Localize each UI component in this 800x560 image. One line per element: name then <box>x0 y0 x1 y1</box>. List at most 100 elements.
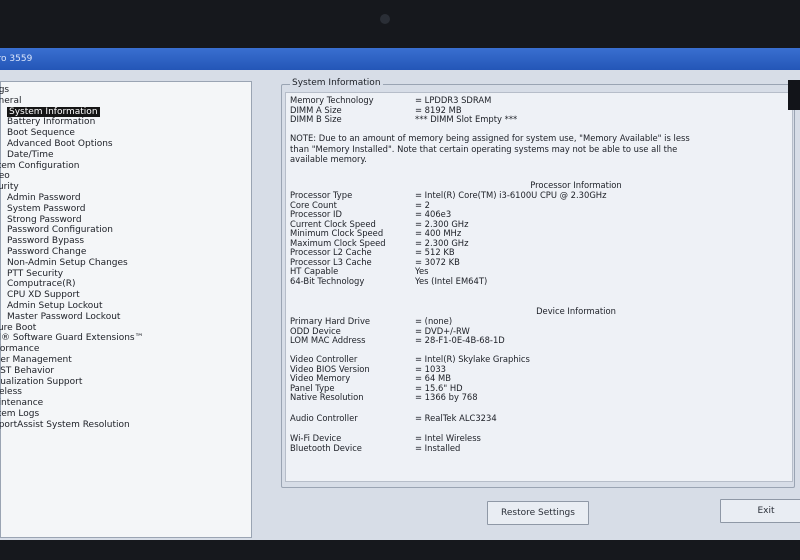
info-row: Video Memory = 64 MB <box>290 373 780 383</box>
memory-note-line: NOTE: Due to an amount of memory being a… <box>290 133 690 143</box>
info-label: Video Memory <box>290 373 351 383</box>
info-label: Maximum Clock Speed <box>290 237 386 248</box>
tree-item[interactable]: Master Password Lockout <box>1 312 251 323</box>
tree-item[interactable]: Battery Information <box>1 117 251 128</box>
screen-bezel-bottom <box>0 540 800 560</box>
tree-item-label: Battery Information <box>7 117 96 128</box>
info-row: Minimum Clock Speed = 400 MHz <box>290 228 780 238</box>
info-value: = RealTek ALC3234 <box>415 413 497 423</box>
memory-note-line: available memory. <box>290 154 367 164</box>
info-row: DIMM A Size = 8192 MB <box>290 105 780 115</box>
info-label: LOM MAC Address <box>290 335 366 345</box>
info-value: = Intel(R) Core(TM) i3-6100U CPU @ 2.30G… <box>415 190 607 200</box>
webcam-lens <box>380 14 390 24</box>
info-row: Memory Technology = LPDDR3 SDRAM <box>290 95 780 105</box>
info-value: Yes (Intel EM64T) <box>415 275 488 286</box>
tree-item[interactable]: stem Logs <box>0 409 251 420</box>
tree-item[interactable]: rformance <box>0 344 251 355</box>
tree-item[interactable]: System Information <box>1 106 251 118</box>
tree-item[interactable]: Admin Password <box>1 193 251 204</box>
tree-item[interactable]: aintenance <box>0 398 251 409</box>
tree-item[interactable]: Advanced Boot Options <box>1 139 251 150</box>
info-label: Primary Hard Drive <box>290 316 371 326</box>
tree-item[interactable]: curity <box>0 182 251 193</box>
system-information-panel[interactable]: Memory Technology = LPDDR3 SDRAM DIMM A Si… <box>285 92 793 482</box>
info-label: Audio Controller <box>290 413 358 423</box>
tree-item[interactable]: OST Behavior <box>0 366 251 377</box>
info-value: = 512 KB <box>415 247 455 257</box>
tree-item[interactable]: Admin Setup Lockout <box>1 301 251 312</box>
tree-item-label: eneral <box>0 95 22 106</box>
info-value: = 2.300 GHz <box>415 218 469 229</box>
memory-note-line: than "Memory Installed". Note that certa… <box>290 143 678 154</box>
tree-item[interactable]: deo <box>0 171 251 182</box>
tree-item[interactable]: Strong Password <box>1 215 251 226</box>
processor-information-heading: Processor Information <box>530 180 622 190</box>
tree-item[interactable]: Password Change <box>1 247 251 258</box>
info-label: DIMM B Size <box>290 114 342 124</box>
info-label: Processor ID <box>290 209 342 219</box>
tree-item-label: Password Change <box>7 246 87 257</box>
info-label: Bluetooth Device <box>290 442 362 453</box>
tree-item[interactable]: Computrace(R) <box>1 279 251 290</box>
info-value: = 8192 MB <box>415 104 462 115</box>
info-label: Panel Type <box>290 382 335 393</box>
info-row: Panel Type = 15.6" HD <box>290 383 780 393</box>
tree-item[interactable]: Non-Admin Setup Changes <box>1 258 251 269</box>
tree-item-label: pportAssist System Resolution <box>0 419 130 430</box>
group-title: System Information <box>290 78 383 88</box>
tree-item[interactable]: stem Configuration <box>0 161 251 172</box>
tree-item-label: Password Bypass <box>7 236 85 247</box>
info-label: Minimum Clock Speed <box>290 228 384 238</box>
tree-item[interactable]: eneral <box>0 96 251 107</box>
tree-item-label: stem Logs <box>0 408 40 419</box>
tree-item[interactable]: Date/Time <box>1 150 251 161</box>
info-row: Bluetooth Device = Installed <box>290 443 780 453</box>
info-value: = Installed <box>415 442 461 453</box>
tree-item-label: Boot Sequence <box>7 128 75 139</box>
tree-item[interactable]: ireless <box>0 387 251 398</box>
tree-item-label: Password Configuration <box>7 225 113 236</box>
tree-item[interactable]: System Password <box>1 204 251 215</box>
info-value: Yes <box>415 266 429 276</box>
window-title: tro 3559 <box>0 54 33 64</box>
info-row: HT Capable Yes <box>290 266 780 276</box>
info-value: = Intel(R) Skylake Graphics <box>415 354 530 364</box>
tree-item-label: Computrace(R) <box>7 279 76 290</box>
info-label: DIMM A Size <box>290 104 342 115</box>
exit-button[interactable]: Exit <box>720 499 800 523</box>
info-value: *** DIMM Slot Empty *** <box>415 114 518 124</box>
tree-item-label: el® Software Guard Extensions™ <box>0 333 144 344</box>
tree-item[interactable]: ngs <box>0 85 251 96</box>
info-label: HT Capable <box>290 266 339 276</box>
info-row: Processor L3 Cache = 3072 KB <box>290 257 780 267</box>
info-value: = 64 MB <box>415 373 451 383</box>
tree-item-label: Date/Time <box>7 149 54 160</box>
tree-item[interactable]: el® Software Guard Extensions™ <box>0 333 251 344</box>
tree-item[interactable]: Password Configuration <box>1 225 251 236</box>
tree-item[interactable]: PTT Security <box>1 269 251 280</box>
info-row: Processor ID = 406e3 <box>290 209 780 219</box>
tree-item-label: curity <box>0 182 19 193</box>
info-row: DIMM B Size *** DIMM Slot Empty *** <box>290 114 780 124</box>
info-row: Wi-Fi Device = Intel Wireless <box>290 433 780 443</box>
tree-item[interactable]: rtualization Support <box>0 377 251 388</box>
info-label: Native Resolution <box>290 392 364 402</box>
device-information-heading: Device Information <box>536 306 616 316</box>
tree-item-label: aintenance <box>0 398 44 409</box>
tree-item[interactable]: pportAssist System Resolution <box>0 420 251 431</box>
info-row: LOM MAC Address = 28-F1-0E-4B-68-1D <box>290 335 780 345</box>
tree-item[interactable]: Password Bypass <box>1 236 251 247</box>
info-row: Core Count = 2 <box>290 200 780 210</box>
tree-item[interactable]: wer Management <box>0 355 251 366</box>
tree-item[interactable]: CPU XD Support <box>1 290 251 301</box>
info-label: Processor Type <box>290 190 353 200</box>
restore-settings-button[interactable]: Restore Settings <box>487 501 589 525</box>
tree-item-label: rtualization Support <box>0 376 83 387</box>
tree-item[interactable]: Boot Sequence <box>1 128 251 139</box>
tree-item[interactable]: cure Boot <box>0 323 251 334</box>
info-value: = 2 <box>415 199 431 210</box>
bios-screen: tro 3559 ngseneralSystem InformationBatt… <box>0 48 800 540</box>
info-row: Video Controller = Intel(R) Skylake Graph… <box>290 354 780 364</box>
info-value: = 1033 <box>415 363 446 374</box>
